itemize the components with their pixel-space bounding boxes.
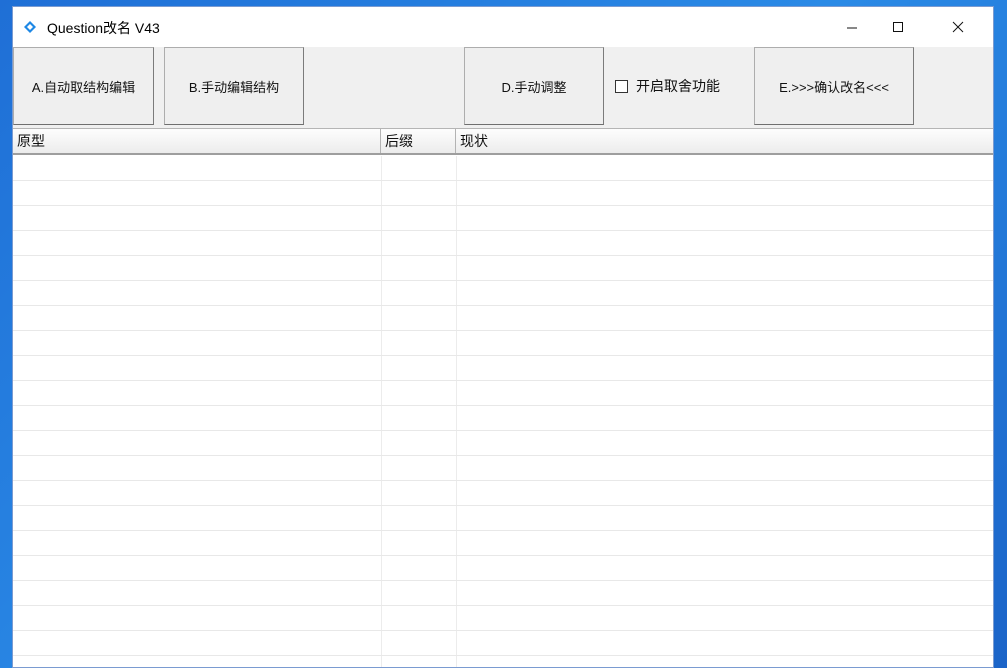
column-header-original[interactable]: 原型	[13, 129, 381, 153]
table-row[interactable]	[13, 581, 993, 606]
toolbar: A.自动取结构编辑 B.手动编辑结构 D.手动调整 开启取舍功能 E.>>>确认…	[13, 47, 993, 127]
manual-structure-edit-button[interactable]: B.手动编辑结构	[164, 47, 304, 125]
checkbox-label: 开启取舍功能	[636, 78, 720, 94]
table-row[interactable]	[13, 306, 993, 331]
table-row[interactable]	[13, 506, 993, 531]
enable-selection-checkbox[interactable]: 开启取舍功能	[615, 47, 753, 125]
table-row[interactable]	[13, 631, 993, 656]
table-row[interactable]	[13, 256, 993, 281]
table-row[interactable]	[13, 206, 993, 231]
table-row[interactable]	[13, 481, 993, 506]
table-body[interactable]	[13, 156, 993, 667]
table-row[interactable]	[13, 406, 993, 431]
main-window: Question改名 V43 A.自动取结构编辑 B.手动编辑结构 D.手动调整…	[12, 6, 994, 668]
window-title: Question改名 V43	[47, 20, 160, 36]
minimize-button[interactable]	[829, 7, 875, 47]
table-row[interactable]	[13, 156, 993, 181]
close-button[interactable]	[935, 7, 981, 47]
table-row[interactable]	[13, 356, 993, 381]
table-row[interactable]	[13, 556, 993, 581]
close-icon	[952, 21, 964, 33]
column-header-status[interactable]: 现状	[456, 129, 993, 153]
maximize-icon	[893, 22, 903, 32]
table-row[interactable]	[13, 281, 993, 306]
table-row[interactable]	[13, 456, 993, 481]
table-row[interactable]	[13, 231, 993, 256]
maximize-button[interactable]	[875, 7, 921, 47]
table-row[interactable]	[13, 181, 993, 206]
table-row[interactable]	[13, 381, 993, 406]
file-table[interactable]: 原型 后缀 现状	[13, 128, 993, 667]
title-bar[interactable]: Question改名 V43	[13, 7, 993, 47]
table-row[interactable]	[13, 531, 993, 556]
checkbox-box[interactable]	[615, 79, 628, 93]
app-diamond-icon	[24, 21, 36, 33]
manual-adjust-button[interactable]: D.手动调整	[464, 47, 604, 125]
minimize-icon	[847, 27, 857, 29]
table-row[interactable]	[13, 656, 993, 667]
confirm-rename-button[interactable]: E.>>>确认改名<<<	[754, 47, 914, 125]
auto-structure-edit-button[interactable]: A.自动取结构编辑	[13, 47, 154, 125]
table-row[interactable]	[13, 331, 993, 356]
table-row[interactable]	[13, 431, 993, 456]
table-header: 原型 后缀 现状	[13, 129, 993, 155]
table-row[interactable]	[13, 606, 993, 631]
column-header-suffix[interactable]: 后缀	[381, 129, 456, 153]
